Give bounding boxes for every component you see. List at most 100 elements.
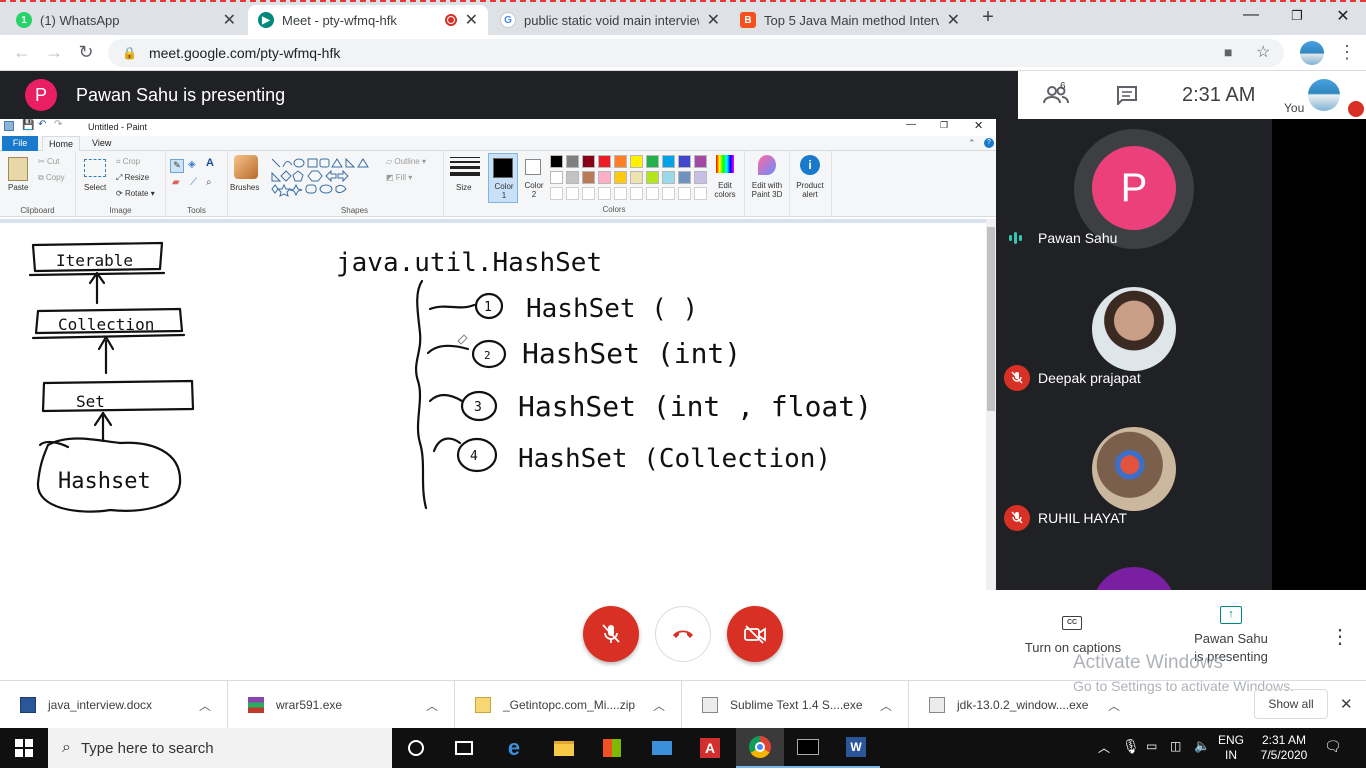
paste-icon[interactable] <box>8 157 28 181</box>
paint-vertical-scrollbar[interactable] <box>986 219 996 590</box>
download-item[interactable]: java_interview.docx ︿ <box>0 681 228 729</box>
taskbar-search[interactable]: ⌕ Type here to search <box>48 728 392 768</box>
select-icon[interactable] <box>84 159 106 177</box>
address-bar[interactable]: 🔒 meet.google.com/pty-wfmq-hfk ■ ☆ <box>108 39 1284 67</box>
product-alert-button[interactable]: Product alert <box>792 181 828 199</box>
custom-color-slot[interactable] <box>646 187 659 200</box>
color1-button[interactable]: Color 1 <box>488 153 518 203</box>
paint3d-button[interactable]: Edit with Paint 3D <box>748 181 786 199</box>
custom-color-slot[interactable] <box>598 187 611 200</box>
custom-color-slot[interactable] <box>566 187 579 200</box>
paint-minimize-button[interactable]: — <box>906 119 916 130</box>
cortana-icon[interactable] <box>392 728 440 768</box>
info-icon[interactable]: i <box>800 155 820 175</box>
brushes-icon[interactable] <box>234 155 258 179</box>
rotate-button[interactable]: ⟳ Rotate ▾ <box>116 189 155 198</box>
chevron-up-icon[interactable]: ︿ <box>880 697 892 714</box>
close-tab-icon[interactable]: ✕ <box>465 10 478 30</box>
tab-blogger[interactable]: B Top 5 Java Main method Intervie ✕ <box>730 5 970 35</box>
custom-color-slot[interactable] <box>678 187 691 200</box>
close-tab-icon[interactable]: ✕ <box>947 10 960 30</box>
select-button[interactable]: Select <box>84 183 106 192</box>
edge-icon[interactable]: e <box>490 728 538 768</box>
edit-colors-icon[interactable] <box>716 155 734 173</box>
paint3d-icon[interactable] <box>758 155 776 175</box>
paint-close-button[interactable]: ✕ <box>974 119 983 132</box>
custom-color-slot[interactable] <box>614 187 627 200</box>
palette-swatch[interactable] <box>598 171 611 184</box>
windows-start-icon[interactable] <box>0 728 48 768</box>
show-hidden-icons[interactable]: ︿ <box>1098 739 1110 779</box>
crop-button[interactable]: ⌗ Crop <box>116 157 140 167</box>
palette-swatch[interactable] <box>694 155 707 168</box>
tab-google-search[interactable]: G public static void main interview ✕ <box>490 5 730 35</box>
eraser-icon[interactable]: ▰ <box>172 177 180 188</box>
new-tab-button[interactable]: + <box>976 6 1000 32</box>
magnifier-icon[interactable]: ⌕ <box>206 177 212 188</box>
leave-call-button[interactable] <box>655 606 711 662</box>
close-downloads-icon[interactable]: ✕ <box>1340 695 1353 713</box>
chevron-up-icon[interactable]: ︿ <box>1108 697 1120 714</box>
present-icon[interactable]: ↑ <box>1220 606 1242 624</box>
palette-swatch[interactable] <box>662 155 675 168</box>
collapse-ribbon-icon[interactable]: ⌃ <box>968 138 976 149</box>
palette-swatch[interactable] <box>646 171 659 184</box>
microphone-tray-icon[interactable]: 🎙 <box>1122 738 1140 778</box>
notifications-icon[interactable]: 🗨 <box>1324 738 1342 778</box>
color-picker-icon[interactable]: ⟋ <box>190 177 197 188</box>
store-icon[interactable] <box>588 728 636 768</box>
download-item[interactable]: _Getintopc.com_Mi....zip ︿ <box>455 681 682 729</box>
help-icon[interactable]: ? <box>984 138 994 148</box>
tab-meet[interactable]: ▶ Meet - pty-wfmq-hfk ✕ <box>248 5 488 35</box>
shapes-gallery-icon[interactable] <box>270 157 382 199</box>
save-icon[interactable]: 💾 <box>22 120 34 131</box>
terminal-icon[interactable] <box>784 728 832 768</box>
color2-button[interactable]: Color 2 <box>520 153 548 203</box>
acrobat-icon[interactable]: A <box>686 728 734 768</box>
redo-icon[interactable]: ↷ <box>54 119 62 130</box>
paint-home-tab[interactable]: Home <box>42 136 80 152</box>
file-explorer-icon[interactable] <box>540 728 588 768</box>
custom-color-slot[interactable] <box>582 187 595 200</box>
palette-swatch[interactable] <box>550 171 563 184</box>
palette-swatch[interactable] <box>630 155 643 168</box>
palette-swatch[interactable] <box>678 155 691 168</box>
chevron-up-icon[interactable]: ︿ <box>426 697 438 714</box>
task-view-icon[interactable] <box>440 728 488 768</box>
chevron-up-icon[interactable]: ︿ <box>199 697 211 714</box>
network-icon[interactable]: ◫ <box>1170 739 1181 779</box>
brushes-button[interactable]: Brushes <box>230 183 259 192</box>
volume-icon[interactable]: 🔈 <box>1194 738 1210 778</box>
bookmark-star-icon[interactable]: ☆ <box>1256 42 1270 62</box>
close-tab-icon[interactable]: ✕ <box>223 10 236 30</box>
fill-button[interactable]: ◩ Fill ▾ <box>386 173 412 182</box>
palette-swatch[interactable] <box>566 155 579 168</box>
forward-icon[interactable]: → <box>42 42 66 63</box>
copy-button[interactable]: ⧉ Copy <box>38 173 65 183</box>
captions-icon[interactable]: CC <box>1062 616 1082 630</box>
paint-canvas[interactable]: Iterable Collection Set Hashset java.uti… <box>0 219 986 590</box>
fill-bucket-icon[interactable]: ◈ <box>188 159 196 170</box>
pencil-icon[interactable]: ✎ <box>170 159 184 173</box>
palette-swatch[interactable] <box>582 155 595 168</box>
palette-swatch[interactable] <box>582 171 595 184</box>
palette-swatch[interactable] <box>694 171 707 184</box>
mail-icon[interactable] <box>638 728 686 768</box>
kebab-menu-icon[interactable]: ⋮ <box>1338 42 1356 63</box>
profile-avatar[interactable] <box>1300 41 1324 65</box>
edit-colors-button[interactable]: Edit colors <box>710 181 740 199</box>
undo-icon[interactable]: ↶ <box>38 119 46 130</box>
show-all-downloads-button[interactable]: Show all <box>1254 689 1328 719</box>
paint-restore-button[interactable]: ❐ <box>940 120 948 131</box>
download-item[interactable]: wrar591.exe ︿ <box>228 681 455 729</box>
custom-color-slot[interactable] <box>694 187 707 200</box>
people-icon[interactable] <box>1042 83 1072 107</box>
cut-button[interactable]: ✂ Cut <box>38 157 59 166</box>
custom-color-slot[interactable] <box>662 187 675 200</box>
palette-swatch[interactable] <box>614 155 627 168</box>
tab-whatsapp[interactable]: 1 (1) WhatsApp ✕ <box>6 5 246 35</box>
palette-swatch[interactable] <box>614 171 627 184</box>
palette-swatch[interactable] <box>598 155 611 168</box>
palette-swatch[interactable] <box>630 171 643 184</box>
close-window-button[interactable]: ✕ <box>1320 6 1366 26</box>
